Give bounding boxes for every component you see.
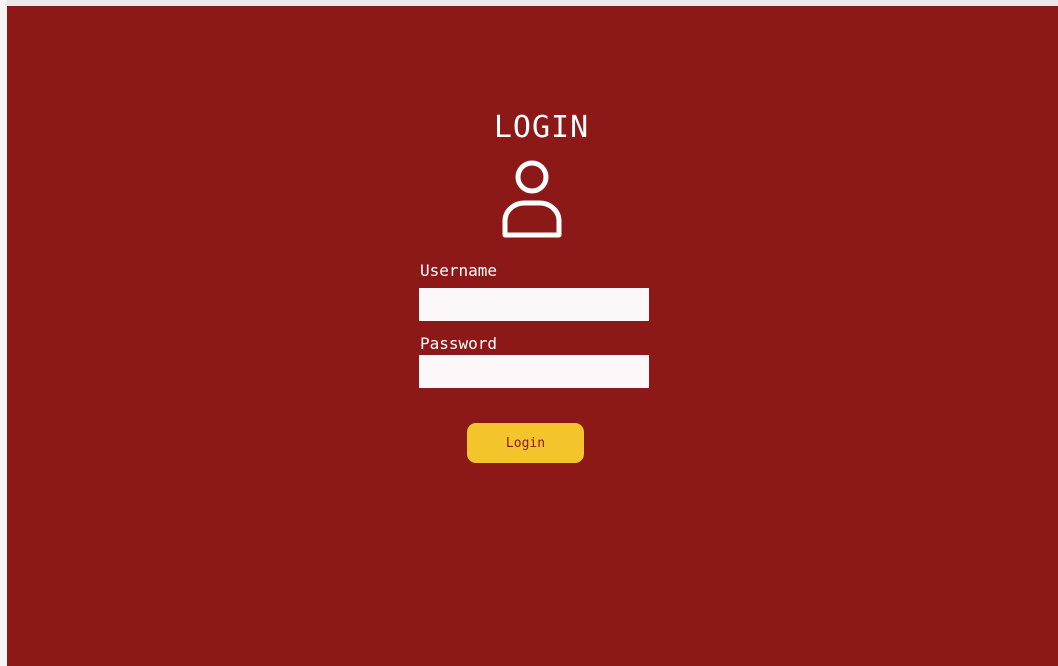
login-page: LOGIN Username Password Login (7, 6, 1058, 666)
username-input[interactable] (419, 288, 649, 321)
login-button[interactable]: Login (467, 423, 584, 463)
window-left-border (0, 0, 7, 666)
page-title: LOGIN (493, 110, 590, 145)
user-icon (502, 160, 562, 238)
password-label: Password (420, 334, 498, 353)
username-label: Username (420, 261, 498, 280)
password-input[interactable] (419, 355, 649, 388)
